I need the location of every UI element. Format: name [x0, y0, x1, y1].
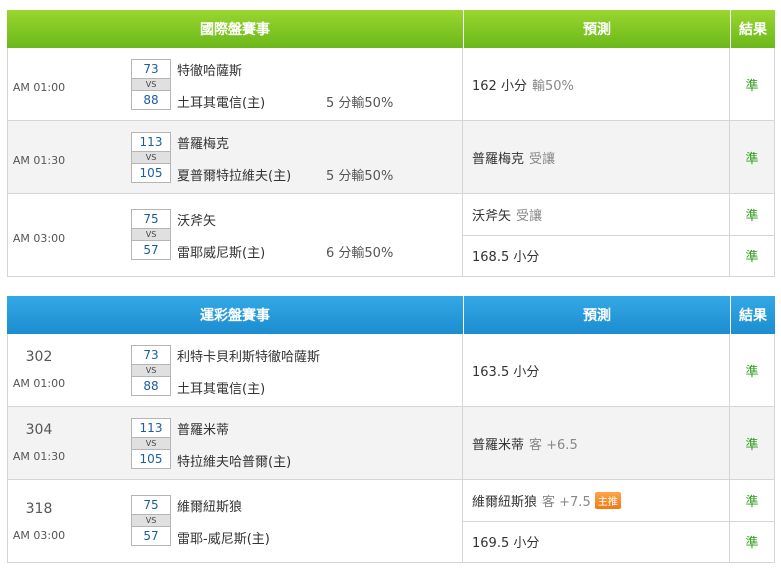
- away-team[interactable]: 利特卡貝利斯特徹哈薩斯: [177, 346, 320, 365]
- table-row: AM 01:00 73 VS 88 特徹哈薩斯 土耳其電信(主) 5 分輸50%…: [7, 48, 775, 121]
- home-team[interactable]: 土耳其電信(主): [177, 92, 265, 111]
- prediction-note: 輸50%: [531, 78, 574, 94]
- home-team[interactable]: 雷耶-威尼斯(主): [177, 528, 270, 547]
- match-time: AM 01:00: [12, 377, 66, 390]
- result-badge: 準: [745, 536, 759, 552]
- away-score: 113: [131, 132, 171, 152]
- result-badge: 準: [745, 494, 759, 510]
- prediction-pick: 維爾紐斯狼: [472, 494, 538, 510]
- match-cell: AM 01:30 113 VS 105 普羅梅克 夏普爾特拉維夫(主) 5 分輸…: [8, 121, 463, 193]
- prediction-pick: 163.5 小分: [472, 364, 540, 380]
- game-number: 304: [25, 422, 53, 438]
- home-score: 105: [131, 449, 171, 469]
- away-team[interactable]: 普羅梅克: [177, 133, 229, 152]
- prediction-line: 普羅米蒂客 +6.5 準: [463, 407, 774, 479]
- away-team[interactable]: 普羅米蒂: [177, 419, 229, 438]
- match-cell: 318 AM 03:00 75 VS 57 維爾紐斯狼 雷耶-威尼斯(主): [8, 480, 463, 562]
- header-prediction: 預測: [464, 296, 731, 334]
- home-team[interactable]: 夏普爾特拉維夫(主): [177, 165, 291, 184]
- home-team[interactable]: 特拉維夫哈普爾(主): [177, 451, 291, 470]
- match-time: AM 03:00: [12, 529, 66, 542]
- prediction-line: 維爾紐斯狼客 +7.5 主推 準: [463, 480, 774, 522]
- table-row: AM 03:00 75 VS 57 沃斧矢 雷耶威尼斯(主) 6 分輸50% 沃…: [7, 194, 775, 277]
- match-cell: AM 03:00 75 VS 57 沃斧矢 雷耶威尼斯(主) 6 分輸50%: [8, 194, 463, 276]
- result-badge: 準: [745, 151, 759, 167]
- prediction-note: 受讓: [529, 151, 556, 167]
- prediction-pick: 普羅梅克: [472, 151, 525, 167]
- result-badge: 準: [745, 208, 759, 224]
- match-time: AM 01:00: [12, 81, 66, 94]
- header-result: 結果: [739, 22, 767, 38]
- prediction-line: 普羅梅克 受讓 準: [463, 121, 774, 193]
- header-event: 國際盤賽事: [7, 10, 464, 48]
- result-badge: 準: [745, 78, 759, 94]
- prediction-pick: 169.5 小分: [472, 536, 540, 552]
- prediction-line: 沃斧矢 受讓 準: [463, 194, 774, 236]
- home-team[interactable]: 雷耶威尼斯(主): [177, 242, 265, 261]
- home-team[interactable]: 土耳其電信(主): [177, 378, 265, 397]
- result-badge: 準: [745, 364, 759, 380]
- result-badge: 準: [745, 437, 759, 453]
- vs-label: VS: [131, 515, 171, 526]
- away-team[interactable]: 維爾紐斯狼: [177, 496, 242, 515]
- prediction-pick: 普羅米蒂: [472, 437, 525, 453]
- header-event: 運彩盤賽事: [7, 296, 464, 334]
- intl-odds-table: 國際盤賽事 預測 結果 AM 01:00 73 VS 88 特徹哈薩斯 土耳其電…: [7, 10, 775, 277]
- table-row: 302 AM 01:00 73 VS 88 利特卡貝利斯特徹哈薩斯 土耳其電信(…: [7, 334, 775, 407]
- prediction-pick: 沃斧矢: [472, 208, 512, 224]
- vs-label: VS: [131, 79, 171, 90]
- away-score: 75: [131, 495, 171, 515]
- home-score: 105: [131, 163, 171, 183]
- featured-pick-badge: 主推: [594, 491, 621, 509]
- handicap-text: 5 分輸50%: [326, 96, 394, 111]
- away-score: 113: [131, 418, 171, 438]
- table-row: 318 AM 03:00 75 VS 57 維爾紐斯狼 雷耶-威尼斯(主) 維爾…: [7, 480, 775, 563]
- home-score: 57: [131, 240, 171, 260]
- away-score: 73: [131, 59, 171, 79]
- away-team[interactable]: 特徹哈薩斯: [177, 60, 242, 79]
- table-row: 304 AM 01:30 113 VS 105 普羅米蒂 特拉維夫哈普爾(主) …: [7, 407, 775, 480]
- game-number: 318: [25, 501, 53, 517]
- handicap-text: 5 分輸50%: [326, 169, 394, 184]
- vs-label: VS: [131, 229, 171, 240]
- match-time: AM 01:30: [12, 154, 66, 167]
- result-badge: 準: [745, 250, 759, 266]
- match-cell: 302 AM 01:00 73 VS 88 利特卡貝利斯特徹哈薩斯 土耳其電信(…: [8, 334, 463, 406]
- prediction-pick: 168.5 小分: [472, 250, 540, 266]
- match-time: AM 03:00: [12, 232, 66, 245]
- home-score: 88: [131, 376, 171, 396]
- header-prediction: 預測: [464, 10, 731, 48]
- game-number: 302: [25, 349, 53, 365]
- away-score: 75: [131, 209, 171, 229]
- vs-label: VS: [131, 438, 171, 449]
- vs-label: VS: [131, 152, 171, 163]
- away-team[interactable]: 沃斧矢: [177, 210, 216, 229]
- match-time: AM 01:30: [12, 450, 66, 463]
- intl-table-header: 國際盤賽事 預測 結果: [7, 10, 775, 48]
- prediction-note: 客 +6.5: [529, 437, 578, 453]
- prediction-note: 客 +7.5: [542, 494, 591, 510]
- sports-lottery-table: 運彩盤賽事 預測 結果 302 AM 01:00 73 VS 88 利特卡貝利斯…: [7, 296, 775, 563]
- prediction-note: 受讓: [516, 208, 543, 224]
- prediction-line: 163.5 小分 準: [463, 334, 774, 406]
- header-result: 結果: [739, 308, 767, 324]
- home-score: 57: [131, 526, 171, 546]
- table-row: AM 01:30 113 VS 105 普羅梅克 夏普爾特拉維夫(主) 5 分輸…: [7, 121, 775, 194]
- prediction-line: 168.5 小分 準: [463, 235, 774, 276]
- away-score: 73: [131, 345, 171, 365]
- home-score: 88: [131, 90, 171, 110]
- vs-label: VS: [131, 365, 171, 376]
- match-cell: 304 AM 01:30 113 VS 105 普羅米蒂 特拉維夫哈普爾(主): [8, 407, 463, 479]
- prediction-pick: 162 小分: [472, 78, 527, 94]
- match-cell: AM 01:00 73 VS 88 特徹哈薩斯 土耳其電信(主) 5 分輸50%: [8, 48, 463, 120]
- prediction-line: 162 小分 輸50% 準: [463, 48, 774, 120]
- handicap-text: 6 分輸50%: [326, 246, 394, 261]
- prediction-line: 169.5 小分 準: [463, 521, 774, 562]
- sports-table-header: 運彩盤賽事 預測 結果: [7, 296, 775, 334]
